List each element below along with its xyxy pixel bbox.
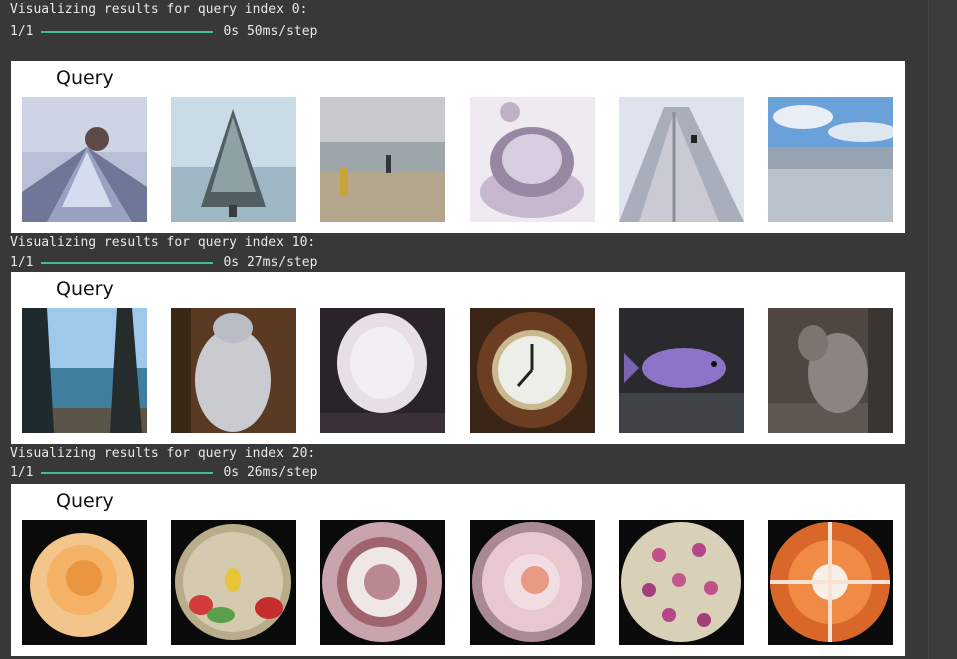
- white-plate-image: [320, 308, 445, 433]
- orange-plate-image: [768, 520, 893, 645]
- wall-clock-image: [470, 308, 595, 433]
- results-figure: Query: [11, 272, 905, 444]
- query-label: Query: [56, 278, 114, 300]
- ocean-shore-image: [768, 97, 893, 222]
- scrollbar[interactable]: [928, 0, 957, 659]
- white-sack-image: [171, 308, 296, 433]
- progress-count: 1/1: [10, 465, 34, 480]
- query-header: Visualizing results for query index 0:: [10, 2, 308, 17]
- progress-line: 1/1 0s 50ms/step: [10, 24, 317, 40]
- fishbowl-image: [171, 520, 296, 645]
- results-figure: Query: [11, 484, 905, 656]
- query-label: Query: [56, 67, 114, 89]
- progress-line: 1/1 0s 26ms/step: [10, 465, 317, 481]
- skyscraper-image: [619, 97, 744, 222]
- progress-count: 1/1: [10, 24, 34, 39]
- floral-plate-image: [619, 520, 744, 645]
- query-label: Query: [56, 490, 114, 512]
- lake-trees-image: [22, 308, 147, 433]
- purple-fish-image: [619, 308, 744, 433]
- patterned-plate-image: [320, 520, 445, 645]
- raccoon-image: [768, 308, 893, 433]
- orange-rose-image: [22, 520, 147, 645]
- pink-plate-image: [470, 520, 595, 645]
- progress-line: 1/1 0s 27ms/step: [10, 255, 317, 271]
- progress-bar: [41, 262, 214, 264]
- glass-jewelry-image: [470, 97, 595, 222]
- snowy-tree-image: [171, 97, 296, 222]
- query-header: Visualizing results for query index 10:: [10, 235, 316, 250]
- progress-time: 0s 27ms/step: [223, 255, 318, 270]
- progress-bar: [41, 31, 214, 33]
- beach-people-image: [320, 97, 445, 222]
- progress-bar: [41, 472, 214, 474]
- progress-count: 1/1: [10, 255, 34, 270]
- progress-time: 0s 50ms/step: [223, 24, 318, 39]
- results-figure: Query: [11, 61, 905, 233]
- progress-time: 0s 26ms/step: [223, 465, 318, 480]
- query-header: Visualizing results for query index 20:: [10, 446, 316, 461]
- mountain-peak-image: [22, 97, 147, 222]
